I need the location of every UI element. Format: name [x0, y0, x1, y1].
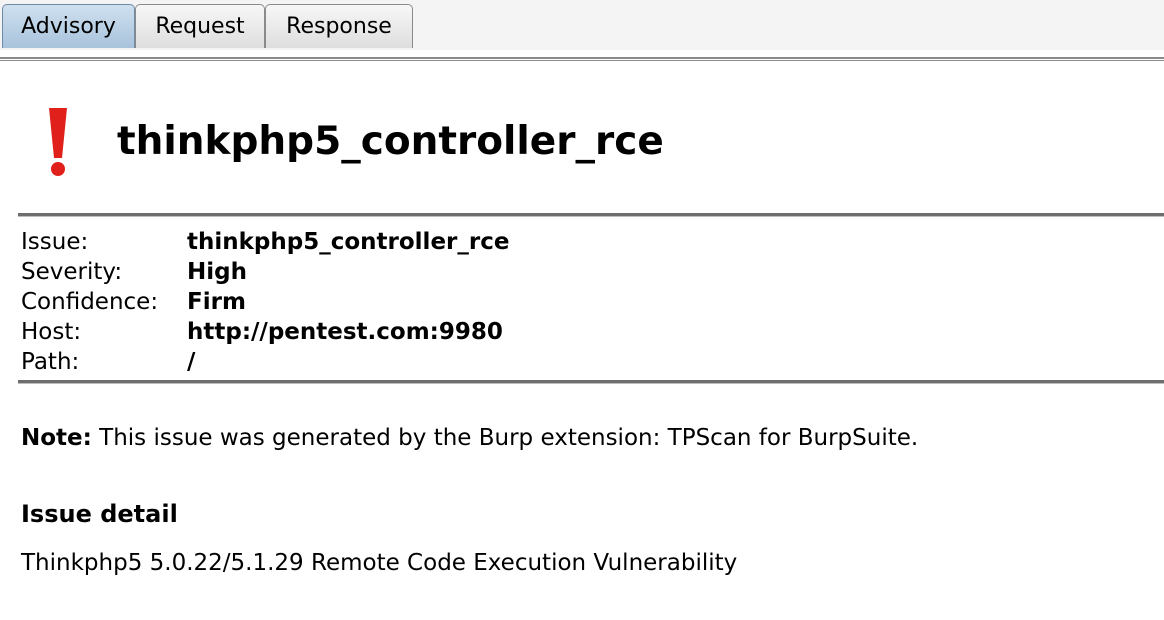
note-text: This issue was generated by the Burp ext… [91, 425, 919, 451]
divider [18, 213, 1164, 217]
page-title: thinkphp5_controller_rce [117, 119, 664, 164]
severity-label: Severity: [21, 259, 123, 285]
extension-note: Note: This issue was generated by the Bu… [21, 423, 918, 453]
detail-row-confidence: Confidence: Firm [21, 287, 509, 317]
divider [18, 380, 1164, 384]
exclamation-icon [49, 108, 67, 176]
tab-bar: Advisory Request Response [0, 0, 1164, 50]
host-value: http://pentest.com:9980 [187, 319, 503, 345]
issue-value: thinkphp5_controller_rce [187, 229, 510, 255]
tab-advisory[interactable]: Advisory [2, 4, 135, 48]
issue-detail-text: Thinkphp5 5.0.22/5.1.29 Remote Code Exec… [21, 550, 738, 576]
path-value: / [187, 349, 196, 375]
issue-detail-heading: Issue detail [21, 500, 178, 528]
tab-response[interactable]: Response [265, 4, 413, 48]
confidence-label: Confidence: [21, 289, 159, 315]
issue-details-table: Issue: thinkphp5_controller_rce Severity:… [21, 227, 509, 377]
tab-panel-divider [0, 57, 1164, 61]
path-label: Path: [21, 349, 80, 375]
tab-request[interactable]: Request [135, 4, 265, 48]
confidence-value: Firm [187, 289, 246, 315]
detail-row-host: Host: http://pentest.com:9980 [21, 317, 509, 347]
detail-row-issue: Issue: thinkphp5_controller_rce [21, 227, 509, 257]
note-label: Note: [21, 425, 92, 451]
severity-value: High [187, 259, 247, 285]
host-label: Host: [21, 319, 82, 345]
detail-row-severity: Severity: High [21, 257, 509, 287]
detail-row-path: Path: / [21, 347, 509, 377]
issue-label: Issue: [21, 229, 89, 255]
